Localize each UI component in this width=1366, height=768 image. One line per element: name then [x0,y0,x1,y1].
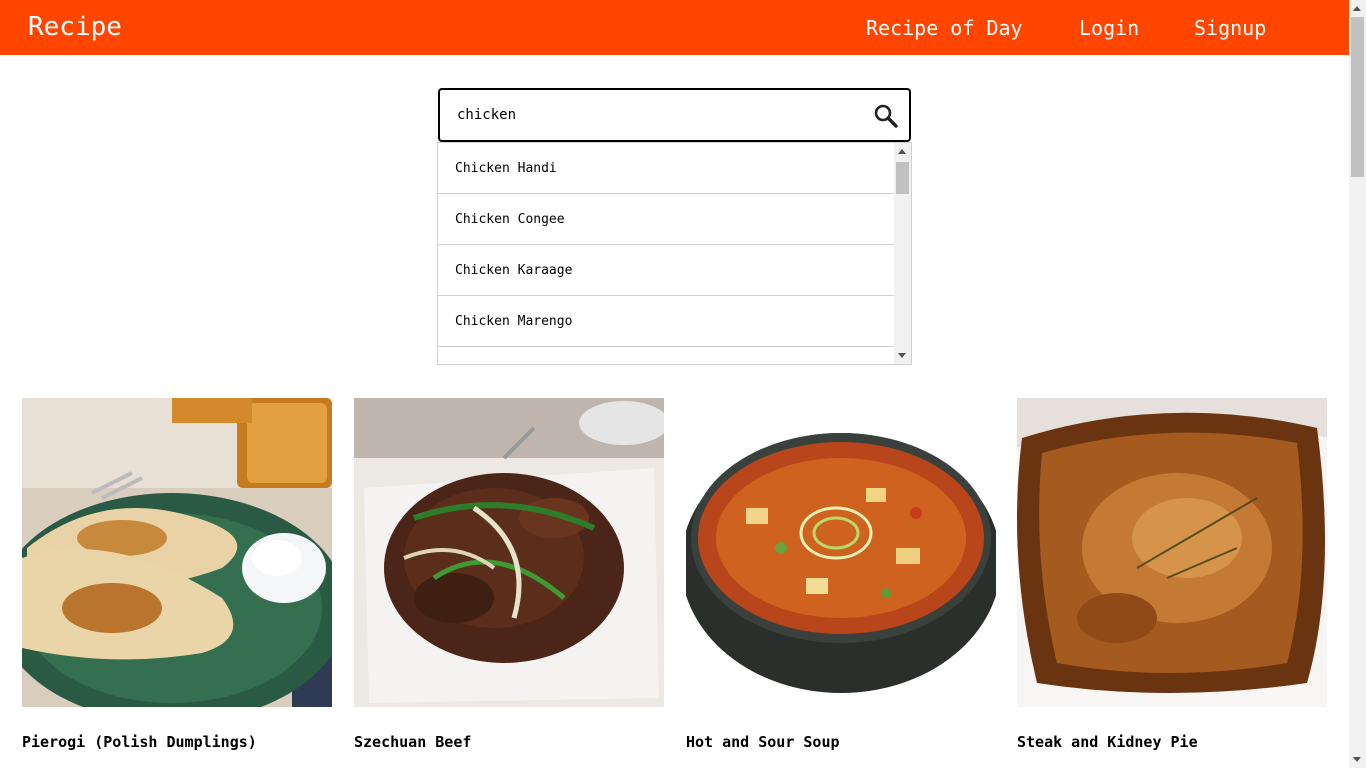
recipe-image-pierogi [22,398,332,707]
recipe-image-steak-and-kidney-pie [1017,398,1327,707]
recipe-title[interactable]: Hot and Sour Soup [686,733,840,751]
nav-signup[interactable]: Signup [1194,15,1266,41]
recipe-title[interactable]: Szechuan Beef [354,733,471,751]
search-icon [874,104,898,128]
recipe-title[interactable]: Steak and Kidney Pie [1017,733,1198,751]
search-button[interactable] [872,102,900,130]
suggestion-list: Chicken Handi Chicken Congee Chicken Kar… [438,143,894,347]
recipe-card[interactable]: Pierogi (Polish Dumplings) [22,398,332,751]
recipe-card[interactable]: Hot and Sour Soup [686,398,996,751]
search-suggestions-dropdown: Chicken Handi Chicken Congee Chicken Kar… [437,142,912,365]
search-box [438,88,911,142]
scroll-down-arrow-icon[interactable] [898,353,906,358]
page-scrollbar[interactable] [1349,0,1366,768]
nav-login[interactable]: Login [1079,15,1139,41]
scroll-up-arrow-icon[interactable] [898,149,906,154]
page-scroll-up-icon[interactable] [1353,6,1361,11]
suggestion-item[interactable]: Chicken Congee [438,194,894,245]
nav-recipe-of-day[interactable]: Recipe of Day [866,15,1023,41]
brand-logo[interactable]: Recipe [28,12,122,42]
recipe-title[interactable]: Pierogi (Polish Dumplings) [22,733,257,751]
recipe-image-hot-and-sour-soup [686,398,996,707]
recipe-card[interactable]: Steak and Kidney Pie [1017,398,1327,751]
suggestion-item[interactable]: Chicken Marengo [438,296,894,347]
recipe-card[interactable]: Szechuan Beef [354,398,664,751]
recipe-image-szechuan-beef [354,398,664,707]
suggestion-item[interactable]: Chicken Handi [438,143,894,194]
dropdown-scrollbar[interactable] [894,143,911,364]
search-input[interactable] [457,104,857,126]
page-scroll-down-icon[interactable] [1353,757,1361,762]
suggestion-item[interactable]: Chicken Karaage [438,245,894,296]
page-scrollbar-thumb[interactable] [1351,17,1364,177]
scrollbar-thumb[interactable] [896,162,909,194]
top-navbar: Recipe Recipe of Day Login Signup [0,0,1349,55]
